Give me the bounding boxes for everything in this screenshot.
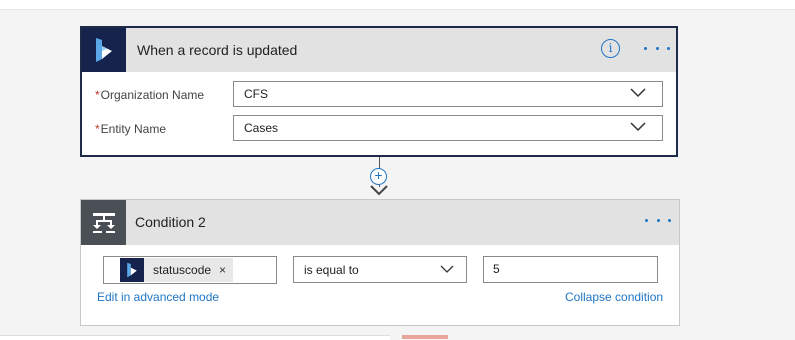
arrow-down-icon (370, 185, 388, 196)
chevron-down-icon (630, 122, 646, 132)
ellipsis-dot-icon (667, 46, 670, 50)
condition-title: Condition 2 (135, 214, 206, 230)
trigger-card-header[interactable]: When a record is updated i (82, 28, 676, 72)
condition-card[interactable]: Condition 2 statuscode × is equal to 5 E… (80, 199, 680, 326)
entity-name-dropdown[interactable]: Cases (233, 115, 663, 141)
remove-token-icon[interactable]: × (219, 258, 226, 282)
trigger-card[interactable]: When a record is updated i *Organization… (80, 26, 678, 157)
operator-value: is equal to (304, 263, 359, 277)
add-step-button[interactable]: + (370, 168, 387, 185)
dynamics-365-icon (120, 258, 144, 282)
ellipsis-dot-icon (645, 218, 648, 222)
more-options-button[interactable] (644, 40, 670, 56)
ellipsis-dot-icon (644, 46, 647, 50)
top-bar (0, 0, 795, 10)
entity-name-label-text: Entity Name (100, 122, 167, 136)
required-marker: * (95, 88, 100, 102)
organization-name-label-text: Organization Name (100, 88, 205, 102)
chevron-down-icon (440, 265, 454, 273)
next-card-edge-accent (402, 335, 448, 339)
dynamics-365-icon (82, 28, 126, 72)
organization-name-label: *Organization Name (95, 88, 204, 102)
required-marker: * (95, 122, 100, 136)
condition-value-input[interactable]: 5 (483, 256, 658, 283)
condition-icon (81, 200, 126, 245)
ellipsis-dot-icon (656, 218, 660, 222)
organization-name-dropdown[interactable]: CFS (233, 81, 663, 107)
edit-advanced-mode-link[interactable]: Edit in advanced mode (97, 290, 219, 304)
token-label: statuscode (153, 263, 212, 277)
condition-operator-dropdown[interactable]: is equal to (293, 256, 467, 283)
condition-left-operand-input[interactable]: statuscode × (103, 256, 277, 284)
entity-name-label: *Entity Name (95, 122, 166, 136)
chevron-down-icon (630, 88, 646, 98)
condition-card-header[interactable]: Condition 2 (81, 200, 679, 245)
ellipsis-dot-icon (668, 218, 671, 222)
info-icon[interactable]: i (601, 39, 620, 58)
next-card-edge (0, 335, 390, 340)
ellipsis-dot-icon (655, 46, 659, 50)
trigger-title: When a record is updated (137, 42, 298, 58)
organization-name-value: CFS (244, 87, 268, 101)
entity-name-value: Cases (244, 121, 279, 135)
dynamic-content-token[interactable]: statuscode × (120, 258, 233, 282)
more-options-button[interactable] (645, 212, 671, 228)
collapse-condition-link[interactable]: Collapse condition (565, 290, 663, 304)
